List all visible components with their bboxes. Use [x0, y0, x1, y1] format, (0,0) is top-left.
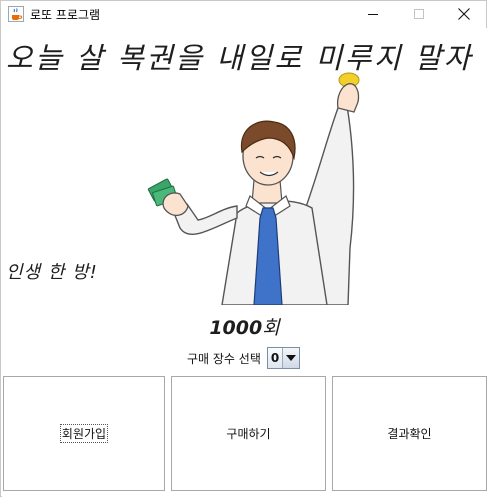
app-window: 로또 프로그램 오늘 살 복권을 내일로 미루지 말자 인생 한 방! 1000… [0, 0, 487, 497]
lucky-man-illustration [142, 68, 372, 306]
title-bar[interactable]: 로또 프로그램 [1, 1, 486, 27]
quantity-select[interactable]: 0 [266, 347, 300, 369]
maximize-button[interactable] [396, 1, 442, 27]
minimize-button[interactable] [350, 1, 396, 27]
close-icon [458, 8, 470, 20]
join-button[interactable]: 회원가입 [3, 376, 165, 491]
maximize-icon [414, 9, 424, 19]
window-title: 로또 프로그램 [30, 8, 101, 22]
dropdown-arrow-button[interactable] [281, 348, 299, 368]
minimize-icon [368, 14, 378, 15]
quantity-row: 구매 장수 선택 0 [187, 346, 300, 370]
join-button-label: 회원가입 [59, 424, 109, 443]
slogan-label: 인생 한 방! [6, 262, 98, 283]
result-button[interactable]: 결과확인 [332, 376, 487, 491]
close-button[interactable] [441, 1, 487, 27]
round-label: 1000회 [2, 313, 487, 340]
result-button-label: 결과확인 [387, 427, 432, 441]
content-panel: 오늘 살 복권을 내일로 미루지 말자 인생 한 방! 1000회 구매 장수 … [2, 28, 487, 497]
round-suffix: 회 [262, 317, 280, 339]
buy-button[interactable]: 구매하기 [171, 376, 326, 491]
java-coffee-icon [8, 6, 24, 22]
quantity-label: 구매 장수 선택 [187, 351, 261, 366]
buy-button-label: 구매하기 [226, 427, 271, 441]
quantity-value: 0 [270, 351, 280, 365]
round-number: 1000 [209, 317, 263, 339]
chevron-down-icon [285, 355, 296, 361]
